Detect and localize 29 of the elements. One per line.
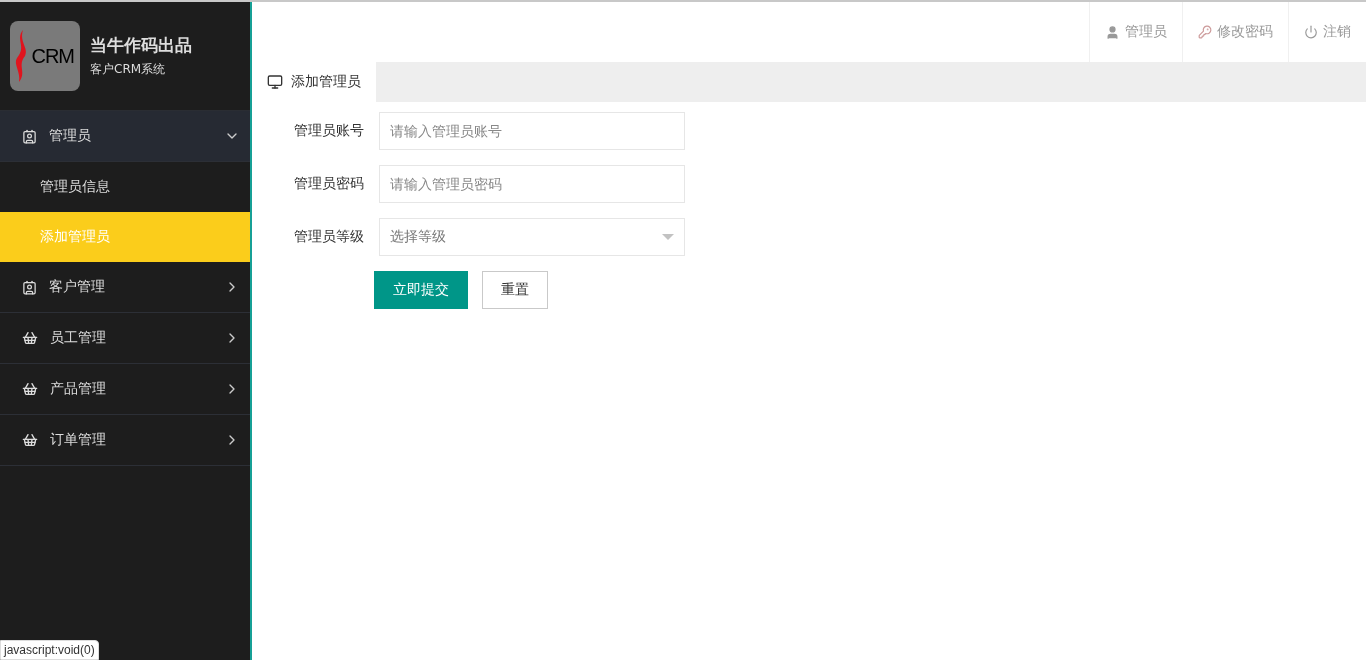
- logo-text: CRM: [31, 44, 74, 68]
- header-link-label: 注销: [1323, 23, 1351, 41]
- key-icon: [1198, 25, 1212, 39]
- tab[interactable]: 添加管理员: [252, 62, 376, 102]
- field-label: 管理员等级: [293, 228, 365, 246]
- header-link-label: 修改密码: [1217, 23, 1273, 41]
- id-card-icon: [22, 128, 37, 144]
- power-icon: [1304, 25, 1318, 39]
- header-link-label: 管理员: [1125, 23, 1167, 41]
- select-placeholder: 选择等级: [390, 228, 446, 246]
- brand-subtitle: 客户CRM系统: [90, 61, 167, 78]
- basket-icon: [22, 432, 38, 448]
- basket-icon: [22, 381, 38, 397]
- submit-button[interactable]: 立即提交: [374, 271, 468, 309]
- basket-icon: [22, 330, 38, 346]
- input-field[interactable]: 请输入管理员账号: [379, 112, 685, 150]
- id-card-icon: [22, 279, 37, 295]
- field-label: 管理员账号: [293, 122, 365, 140]
- reset-button[interactable]: 重置: [482, 271, 548, 309]
- field-label: 管理员密码: [293, 175, 365, 193]
- input-field[interactable]: 请输入管理员密码: [379, 165, 685, 203]
- tab-label: 添加管理员: [291, 73, 361, 91]
- monitor-icon: [267, 74, 283, 90]
- level-select[interactable]: 选择等级: [379, 218, 685, 256]
- status-bar: javascript:void(0): [0, 640, 99, 660]
- user-icon: [1105, 24, 1120, 40]
- sidebar-item[interactable]: 管理员: [0, 111, 250, 162]
- brand-title: 当牛作码出品: [90, 34, 192, 57]
- caret-icon: [662, 234, 674, 240]
